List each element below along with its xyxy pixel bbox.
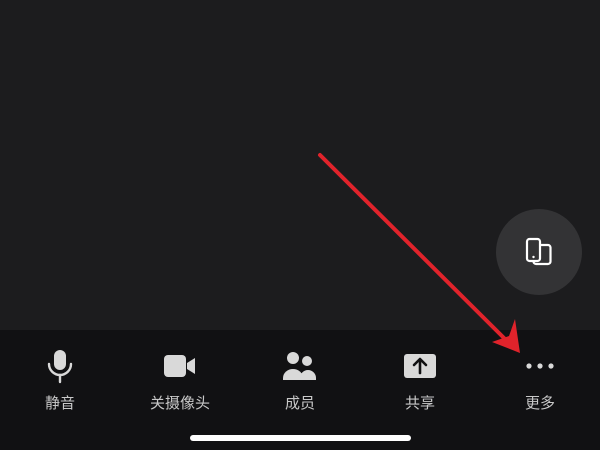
- camera-off-label: 关摄像头: [149, 394, 210, 412]
- switch-device-button[interactable]: [496, 209, 582, 295]
- members-icon: [283, 352, 316, 380]
- share-label: 共享: [404, 394, 435, 412]
- home-indicator[interactable]: [190, 435, 411, 441]
- members-label: 成员: [284, 394, 315, 412]
- members-button[interactable]: 成员: [240, 344, 360, 424]
- mute-label: 静音: [44, 394, 75, 412]
- share-screen-icon: [404, 354, 436, 378]
- more-button[interactable]: 更多: [480, 344, 600, 424]
- mute-button[interactable]: 静音: [0, 344, 120, 424]
- share-button[interactable]: 共享: [360, 344, 480, 424]
- more-label: 更多: [524, 394, 555, 412]
- more-dots-icon: [526, 363, 554, 369]
- microphone-icon: [47, 350, 73, 384]
- switch-device-icon: [525, 237, 552, 266]
- meeting-toolbar: 静音 关摄像头 成员 共享 更多: [0, 330, 600, 450]
- camera-off-button[interactable]: 关摄像头: [120, 344, 240, 424]
- video-camera-icon: [164, 355, 195, 377]
